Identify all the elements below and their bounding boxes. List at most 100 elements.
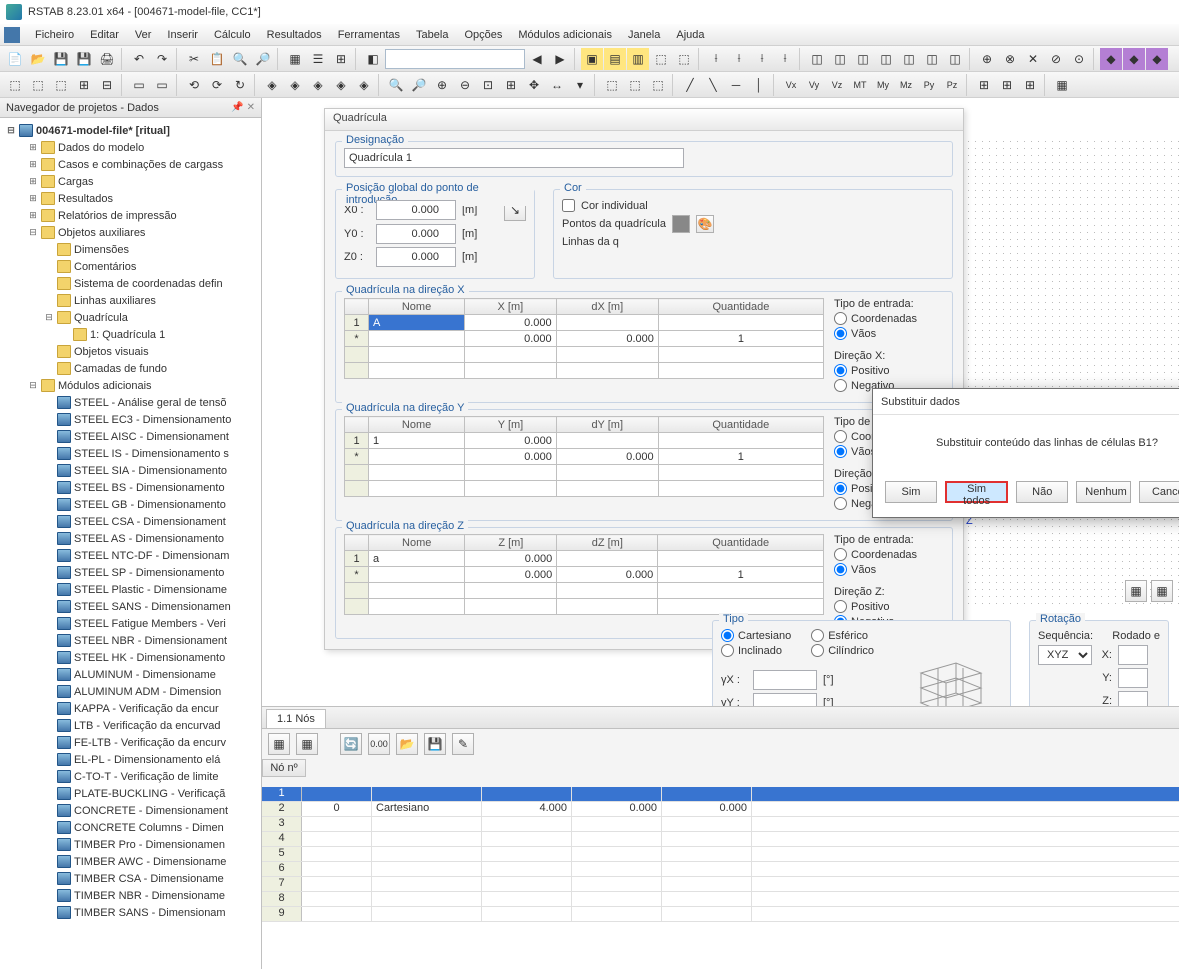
tree-item[interactable]: STEEL - Análise geral de tensõ — [2, 394, 259, 411]
radio-neg-y[interactable] — [834, 497, 847, 510]
tree-item[interactable]: ⊞Cargas — [2, 173, 259, 190]
t2-my[interactable]: My — [872, 74, 894, 96]
tb-b3[interactable]: ⟊ — [751, 48, 773, 70]
tb-e2[interactable]: ◆ — [1123, 48, 1145, 70]
nav-pin-icon[interactable]: 📌 ✕ — [231, 102, 255, 113]
t2-29[interactable]: ╲ — [702, 74, 724, 96]
radio-inclinado[interactable] — [721, 644, 734, 657]
radio-vaos-y[interactable] — [834, 445, 847, 458]
menu-ficheiro[interactable]: Ficheiro — [28, 27, 81, 43]
bottom-grid[interactable]: 120Cartesiano4.0000.0000.0003456789 — [262, 787, 1179, 969]
t2-23[interactable]: ↔ — [546, 74, 568, 96]
menu-editar[interactable]: Editar — [83, 27, 126, 43]
tb-y3[interactable]: ▥ — [627, 48, 649, 70]
tab-nos[interactable]: 1.1 Nós — [266, 709, 326, 728]
t2-5[interactable]: ⊟ — [96, 74, 118, 96]
t2-24[interactable]: ▾ — [569, 74, 591, 96]
tree-item[interactable]: TIMBER NBR - Dimensioname — [2, 887, 259, 904]
tree-item[interactable]: CONCRETE Columns - Dimen — [2, 819, 259, 836]
tb-table[interactable]: ⊞ — [330, 48, 352, 70]
tree-item[interactable]: Comentários — [2, 258, 259, 275]
tb-b1[interactable]: ⟊ — [705, 48, 727, 70]
tree-item[interactable]: STEEL AS - Dimensionamento — [2, 530, 259, 547]
radio-vaos-x[interactable] — [834, 327, 847, 340]
tree-item[interactable]: KAPPA - Verificação da encur — [2, 700, 259, 717]
table-row[interactable]: 3 — [262, 817, 1179, 832]
btb-4[interactable]: 0.00 — [368, 733, 390, 755]
table-row[interactable]: 6 — [262, 862, 1179, 877]
t2-15[interactable]: ◈ — [353, 74, 375, 96]
btb-7[interactable]: ✎ — [452, 733, 474, 755]
input-x0[interactable] — [376, 200, 456, 220]
table-row[interactable]: 9 — [262, 907, 1179, 922]
color-pick-1[interactable]: 🎨 — [696, 215, 714, 233]
tree-item[interactable]: TIMBER AWC - Dimensioname — [2, 853, 259, 870]
tree-item[interactable]: ALUMINUM - Dimensioname — [2, 666, 259, 683]
t2-8[interactable]: ⟲ — [183, 74, 205, 96]
radio-vaos-z[interactable] — [834, 563, 847, 576]
vp-btn-r1[interactable]: ▦ — [1125, 580, 1147, 602]
tb-cut[interactable]: ✂ — [183, 48, 205, 70]
radio-pos-y[interactable] — [834, 482, 847, 495]
t2-41[interactable]: ⊞ — [996, 74, 1018, 96]
tb-saveall[interactable]: 💾 — [73, 48, 95, 70]
tree-item[interactable]: ⊞Dados do modelo — [2, 139, 259, 156]
tree-item[interactable]: Sistema de coordenadas defin — [2, 275, 259, 292]
select-seq[interactable]: XYZ — [1038, 645, 1092, 665]
tb-d4[interactable]: ⊘ — [1045, 48, 1067, 70]
t2-27[interactable]: ⬚ — [647, 74, 669, 96]
tree-root[interactable]: ⊟004671-model-file* [ritual] — [2, 122, 259, 139]
t2-28[interactable]: ╱ — [679, 74, 701, 96]
tree-item[interactable]: ⊟Módulos adicionais — [2, 377, 259, 394]
menu-ferramentas[interactable]: Ferramentas — [331, 27, 407, 43]
tb-d2[interactable]: ⊗ — [999, 48, 1021, 70]
t2-mt[interactable]: MT — [849, 74, 871, 96]
t2-7[interactable]: ▭ — [151, 74, 173, 96]
tree-item[interactable]: STEEL AISC - Dimensionament — [2, 428, 259, 445]
tb-d3[interactable]: ✕ — [1022, 48, 1044, 70]
tree-item[interactable]: C-TO-T - Verificação de limite — [2, 768, 259, 785]
tree-item[interactable]: 1: Quadrícula 1 — [2, 326, 259, 343]
tb-d1[interactable]: ⊕ — [976, 48, 998, 70]
tb-c7[interactable]: ◫ — [944, 48, 966, 70]
tb-b2[interactable]: ⟊ — [728, 48, 750, 70]
tree-item[interactable]: PLATE-BUCKLING - Verificaçã — [2, 785, 259, 802]
vp-btn-r2[interactable]: ▦ — [1151, 580, 1173, 602]
t2-22[interactable]: ✥ — [523, 74, 545, 96]
t2-mz[interactable]: Mz — [895, 74, 917, 96]
tree-item[interactable]: ⊞Resultados — [2, 190, 259, 207]
tree-item[interactable]: STEEL GB - Dimensionamento — [2, 496, 259, 513]
tb-new[interactable]: 📄 — [4, 48, 26, 70]
tb-save[interactable]: 💾 — [50, 48, 72, 70]
tree-item[interactable]: STEEL SIA - Dimensionamento — [2, 462, 259, 479]
btn-cancelar[interactable]: Cancelar — [1139, 481, 1179, 503]
radio-pos-x[interactable] — [834, 364, 847, 377]
t2-21[interactable]: ⊞ — [500, 74, 522, 96]
t2-40[interactable]: ⊞ — [973, 74, 995, 96]
btn-sim[interactable]: Sim — [885, 481, 937, 503]
t2-19[interactable]: ⊖ — [454, 74, 476, 96]
t2-vy[interactable]: Vy — [803, 74, 825, 96]
radio-coord-y[interactable] — [834, 430, 847, 443]
tree-item[interactable]: ⊞Relatórios de impressão — [2, 207, 259, 224]
tb-y1[interactable]: ▣ — [581, 48, 603, 70]
table-row[interactable]: 1 — [262, 787, 1179, 802]
menu-janela[interactable]: Janela — [621, 27, 667, 43]
input-designacao[interactable] — [344, 148, 684, 168]
t2-1[interactable]: ⬚ — [4, 74, 26, 96]
tree-item[interactable]: STEEL NTC-DF - Dimensionam — [2, 547, 259, 564]
table-row[interactable]: 7 — [262, 877, 1179, 892]
t2-30[interactable]: ─ — [725, 74, 747, 96]
table-row[interactable]: 4 — [262, 832, 1179, 847]
t2-31[interactable]: │ — [748, 74, 770, 96]
tree-item[interactable]: STEEL SP - Dimensionamento — [2, 564, 259, 581]
menu-tabela[interactable]: Tabela — [409, 27, 455, 43]
table-dirx[interactable]: NomeX [m]dX [m]Quantidade 1A0.000 *0.000… — [344, 298, 824, 379]
menu-inserir[interactable]: Inserir — [160, 27, 205, 43]
tree-item[interactable]: LTB - Verificação da encurvad — [2, 717, 259, 734]
btn-nenhum[interactable]: Nenhum — [1076, 481, 1131, 503]
tb-copy[interactable]: 📋 — [206, 48, 228, 70]
tree-item[interactable]: STEEL Plastic - Dimensioname — [2, 581, 259, 598]
tb-redo[interactable]: ↷ — [151, 48, 173, 70]
btn-nao[interactable]: Não — [1016, 481, 1068, 503]
